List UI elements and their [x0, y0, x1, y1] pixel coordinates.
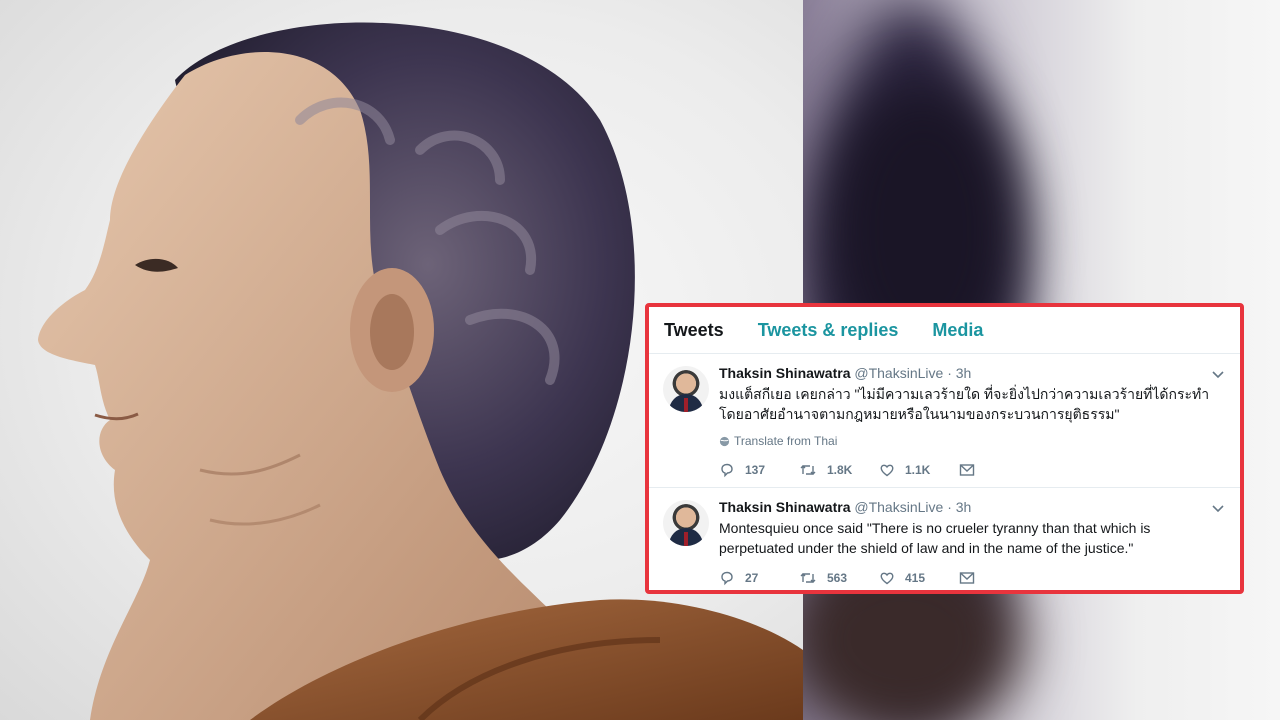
reply-icon: [721, 463, 733, 478]
retweet-icon: [800, 573, 816, 583]
timestamp[interactable]: 3h: [956, 365, 972, 381]
retweet-icon: [800, 465, 816, 475]
timestamp[interactable]: 3h: [956, 499, 972, 515]
direct-message-button[interactable]: [959, 571, 975, 585]
like-button[interactable]: 1.1K: [879, 462, 959, 478]
tab-tweets[interactable]: Tweets: [664, 320, 724, 341]
profile-tabs: Tweets Tweets & replies Media: [649, 307, 1240, 354]
like-count: 1.1K: [905, 463, 931, 477]
retweet-count: 1.8K: [827, 463, 853, 477]
like-count: 415: [905, 571, 926, 585]
author-name[interactable]: Thaksin Shinawatra: [719, 499, 850, 515]
author-handle[interactable]: @ThaksinLive: [854, 365, 943, 381]
retweet-count: 563: [827, 571, 848, 585]
like-icon: [880, 464, 894, 477]
tweet-header: Thaksin Shinawatra @ThaksinLive · 3h: [719, 498, 1226, 516]
like-button[interactable]: 415: [879, 570, 959, 586]
reply-icon: [721, 571, 733, 586]
like-icon: [880, 572, 894, 585]
caret-down-icon[interactable]: [1210, 366, 1226, 382]
tweet-actions: 137 1.8K 1.1K: [719, 462, 1226, 478]
translate-link[interactable]: Translate from Thai: [719, 434, 1226, 448]
tweet-text: Montesquieu once said "There is no cruel…: [719, 520, 1151, 556]
reply-button[interactable]: 27: [719, 570, 799, 586]
avatar[interactable]: [663, 500, 709, 546]
author-name[interactable]: Thaksin Shinawatra: [719, 365, 850, 381]
tab-media[interactable]: Media: [932, 320, 983, 341]
caret-down-icon[interactable]: [1210, 500, 1226, 516]
globe-icon: [719, 436, 730, 446]
tweet-text: มงแต็สกีเยอ เคยกล่าว "ไม่มีความเลวร้ายใด…: [719, 386, 1210, 422]
tweet-item[interactable]: Thaksin Shinawatra @ThaksinLive · 3h มงแ…: [649, 354, 1240, 488]
translate-label: Translate from Thai: [734, 434, 838, 448]
tab-tweets-and-replies[interactable]: Tweets & replies: [758, 320, 899, 341]
retweet-button[interactable]: 563: [799, 570, 879, 586]
separator: ·: [947, 499, 952, 515]
author-handle[interactable]: @ThaksinLive: [854, 499, 943, 515]
reply-count: 27: [745, 571, 759, 585]
separator: ·: [947, 365, 952, 381]
tweet-actions: 27 563 415: [719, 570, 1226, 586]
tweet-item[interactable]: Thaksin Shinawatra @ThaksinLive · 3h Mon…: [649, 488, 1240, 590]
tweet-card-highlight: Tweets Tweets & replies Media Thaksin Sh…: [645, 303, 1244, 594]
tweet-header: Thaksin Shinawatra @ThaksinLive · 3h: [719, 364, 1226, 382]
reply-button[interactable]: 137: [719, 462, 799, 478]
retweet-button[interactable]: 1.8K: [799, 462, 879, 478]
mail-icon: [959, 464, 975, 476]
reply-count: 137: [745, 463, 766, 477]
avatar[interactable]: [663, 366, 709, 412]
direct-message-button[interactable]: [959, 463, 975, 477]
mail-icon: [959, 572, 975, 584]
